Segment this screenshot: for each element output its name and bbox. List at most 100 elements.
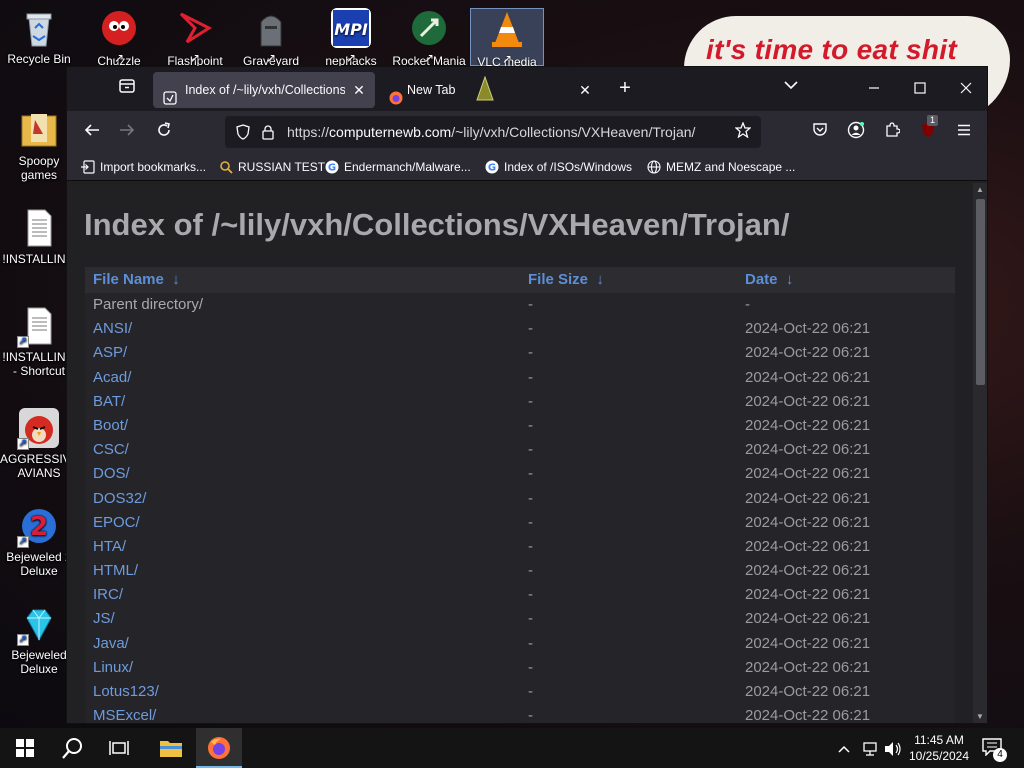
ublock-extension-button[interactable]: 1 xyxy=(917,115,939,143)
taskbar-file-explorer[interactable] xyxy=(148,728,194,768)
table-row: Acad/ - 2024-Oct-22 06:21 xyxy=(85,366,955,390)
network-button[interactable] xyxy=(862,728,880,768)
desktop-icon-vlc[interactable]: ↗ VLC media xyxy=(470,8,544,69)
app-menu-button[interactable] xyxy=(953,121,975,143)
table-row: CSC/ - 2024-Oct-22 06:21 xyxy=(85,438,955,462)
minimize-button[interactable] xyxy=(857,75,891,103)
search-button[interactable] xyxy=(50,728,96,768)
account-button[interactable] xyxy=(845,121,867,143)
directory-link[interactable]: Boot/ xyxy=(93,414,128,438)
column-header-label: File Name xyxy=(93,271,164,288)
back-button[interactable] xyxy=(79,120,105,144)
column-header-label: File Size xyxy=(528,271,589,288)
tab-close-button[interactable]: ✕ xyxy=(351,72,367,108)
table-row: Java/ - 2024-Oct-22 06:21 xyxy=(85,632,955,656)
taskbar-firefox[interactable] xyxy=(196,728,242,768)
shortcut-arrow-icon: ↗ xyxy=(17,634,29,646)
vertical-scrollbar[interactable]: ▲ ▼ xyxy=(973,183,987,723)
directory-link[interactable]: CSC/ xyxy=(93,438,129,462)
desktop-icon-recycle-bin[interactable]: Recycle Bin xyxy=(0,8,78,66)
lock-icon[interactable] xyxy=(261,124,275,140)
column-header-file-name[interactable]: File Name ↓ xyxy=(93,267,180,293)
bookmark-label: Index of /ISOs/Windows xyxy=(504,160,633,174)
desktop-icon-chuzzle[interactable]: ↗ Chuzzle xyxy=(82,8,156,68)
volume-button[interactable] xyxy=(884,728,902,768)
sort-arrow-icon: ↓ xyxy=(172,271,180,288)
firefox-view-button[interactable] xyxy=(113,77,141,101)
date-cell: 2024-Oct-22 06:21 xyxy=(745,683,871,700)
bookmark-russian-test[interactable]: RUSSIAN TEST xyxy=(219,153,325,181)
google-logo-icon: G xyxy=(325,160,339,174)
directory-link[interactable]: HTA/ xyxy=(93,535,126,559)
close-window-button[interactable] xyxy=(949,75,983,103)
list-all-tabs-button[interactable] xyxy=(781,79,801,93)
start-button[interactable] xyxy=(2,728,48,768)
tracking-protection-shield-icon[interactable] xyxy=(235,124,251,140)
pocket-icon xyxy=(813,123,827,136)
directory-link[interactable]: BAT/ xyxy=(93,390,125,414)
directory-link[interactable]: Java/ xyxy=(93,632,129,656)
tab-index-of-collections[interactable]: Index of /~lily/vxh/Collections/ ✕ xyxy=(153,72,375,108)
extensions-button[interactable] xyxy=(881,121,903,143)
taskbar-clock[interactable]: 11:45 AM 10/25/2024 xyxy=(908,732,970,764)
column-header-date[interactable]: Date ↓ xyxy=(745,267,793,293)
directory-link[interactable]: HTML/ xyxy=(93,559,138,583)
bookmark-label: Import bookmarks... xyxy=(100,160,207,174)
google-logo-icon: G xyxy=(485,160,499,174)
url-host: computernewb.com xyxy=(329,124,452,140)
pocket-button[interactable] xyxy=(809,121,831,143)
directory-link[interactable]: Linux/ xyxy=(93,656,133,680)
table-row: Boot/ - 2024-Oct-22 06:21 xyxy=(85,414,955,438)
desktop-icon-flashpoint[interactable]: ↗ Flashpoint xyxy=(158,8,232,68)
directory-link[interactable]: MSExcel/ xyxy=(93,704,156,723)
bookmark-label: MEMZ and Noescape ... xyxy=(666,160,796,174)
directory-link[interactable]: Acad/ xyxy=(93,366,131,390)
bookmark-star-icon[interactable] xyxy=(734,121,752,143)
tab-bar: Index of /~lily/vxh/Collections/ ✕ New T… xyxy=(67,67,987,111)
scroll-down-arrow-icon[interactable]: ▼ xyxy=(973,712,987,721)
desktop-icon-rocket-mania[interactable]: ↗ Rocket Mania xyxy=(392,8,466,68)
directory-link[interactable]: Lotus123/ xyxy=(93,680,159,704)
reload-button[interactable] xyxy=(151,120,177,144)
sort-arrow-icon: ↓ xyxy=(596,271,604,288)
task-view-button[interactable] xyxy=(96,728,142,768)
date-cell: - xyxy=(745,296,750,313)
svg-text:G: G xyxy=(488,163,496,174)
bookmark-import[interactable]: Import bookmarks... xyxy=(81,153,206,181)
bookmark-endermanch-malware[interactable]: G Endermanch/Malware... xyxy=(325,153,471,181)
date-cell: 2024-Oct-22 06:21 xyxy=(745,465,871,483)
column-header-file-size[interactable]: File Size ↓ xyxy=(528,267,604,293)
notification-count-badge: 4 xyxy=(993,748,1007,762)
bookmark-memz-noescape[interactable]: MEMZ and Noescape ... xyxy=(647,153,795,181)
account-icon xyxy=(847,121,865,139)
directory-link[interactable]: EPOC/ xyxy=(93,511,140,535)
reload-icon xyxy=(158,122,170,136)
address-bar[interactable]: https://computernewb.com/~lily/vxh/Colle… xyxy=(225,116,761,148)
directory-link[interactable]: ANSI/ xyxy=(93,317,132,341)
directory-link[interactable]: IRC/ xyxy=(93,583,123,607)
tab-new-tab[interactable]: New Tab ✕ xyxy=(379,72,601,108)
url-text[interactable]: https://computernewb.com/~lily/vxh/Colle… xyxy=(287,116,695,148)
desktop-icon-nephacks[interactable]: MPI ↗ nephacks xyxy=(314,8,388,68)
text-file-icon: ↗ xyxy=(17,306,59,348)
bookmark-index-isos-windows[interactable]: G Index of /ISOs/Windows xyxy=(485,153,632,181)
file-listing-table: File Name ↓ File Size ↓ Date ↓ Parent di… xyxy=(85,267,955,723)
svg-text:G: G xyxy=(328,163,336,174)
tab-close-button[interactable]: ✕ xyxy=(577,72,593,108)
directory-link[interactable]: DOS32/ xyxy=(93,487,146,511)
directory-link[interactable]: ASP/ xyxy=(93,341,127,365)
directory-link[interactable]: JS/ xyxy=(93,607,115,631)
scroll-up-arrow-icon[interactable]: ▲ xyxy=(973,185,987,194)
forward-button[interactable] xyxy=(114,120,140,144)
new-tab-button[interactable]: + xyxy=(613,77,637,101)
file-size-cell: - xyxy=(528,489,533,507)
show-hidden-icons-button[interactable] xyxy=(838,728,850,768)
directory-link[interactable]: DOS/ xyxy=(93,462,130,486)
desktop-icon-graveyard[interactable]: ↗ Graveyard xyxy=(234,8,308,68)
scrollbar-thumb[interactable] xyxy=(976,199,985,385)
maximize-button[interactable] xyxy=(903,75,937,103)
parent-directory-link[interactable]: Parent directory/ xyxy=(93,293,203,317)
shortcut-arrow-icon: ↗ xyxy=(265,51,277,65)
firefox-logo-icon xyxy=(389,83,403,105)
shortcut-arrow-icon: ↗ xyxy=(189,51,201,65)
